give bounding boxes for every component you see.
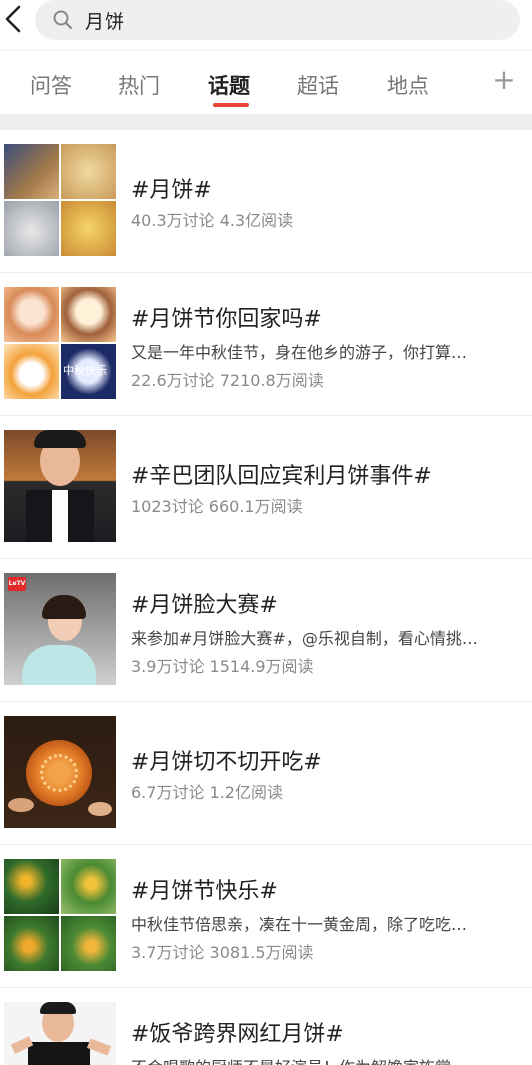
search-query: 月饼 — [85, 11, 126, 33]
topic-stats: 40.3万讨论 4.3亿阅读 — [131, 211, 294, 230]
topic-thumbnail — [4, 144, 116, 256]
tab-super-topics[interactable]: 超话 — [297, 70, 339, 100]
topic-title: #月饼切不切开吃# — [131, 750, 322, 775]
search-input[interactable]: 月饼 — [35, 0, 520, 40]
tab-topics[interactable]: 话题 — [208, 70, 250, 100]
topic-stats: 1023讨论 660.1万阅读 — [131, 497, 303, 516]
tab-hot[interactable]: 热门 — [118, 70, 160, 100]
topic-thumbnail: 中秋快乐 — [4, 287, 116, 399]
topic-item[interactable]: #月饼# 40.3万讨论 4.3亿阅读 — [0, 130, 532, 273]
tab-qa[interactable]: 问答 — [30, 70, 72, 100]
letv-logo: LeTV — [8, 577, 26, 591]
back-button[interactable] — [0, 2, 26, 36]
topic-thumbnail — [4, 430, 116, 542]
topic-description: 中秋佳节倍思亲，凑在十一黄金周，除了吃吃… — [131, 915, 468, 934]
search-header: 月饼 — [0, 0, 532, 50]
active-tab-indicator — [213, 103, 249, 107]
topic-item[interactable]: #月饼切不切开吃# 6.7万讨论 1.2亿阅读 — [0, 702, 532, 845]
topic-item[interactable]: 中秋快乐 #月饼节你回家吗# 又是一年中秋佳节，身在他乡的游子，你打算… 22.… — [0, 273, 532, 416]
topic-title: #月饼脸大赛# — [131, 593, 278, 618]
thumbnail-caption: 中秋快乐 — [63, 364, 107, 377]
back-arrow-icon — [5, 5, 21, 33]
topic-stats: 22.6万讨论 7210.8万阅读 — [131, 371, 324, 390]
topic-item[interactable]: #月饼节快乐# 中秋佳节倍思亲，凑在十一黄金周，除了吃吃… 3.7万讨论 308… — [0, 845, 532, 988]
topic-thumbnail: LeTV — [4, 573, 116, 685]
topic-stats: 3.9万讨论 1514.9万阅读 — [131, 657, 314, 676]
topic-title: #月饼# — [131, 178, 212, 203]
section-divider — [0, 114, 532, 130]
topic-thumbnail — [4, 1002, 116, 1065]
topic-title: #月饼节你回家吗# — [131, 307, 322, 332]
topic-description: 不会唱歌的厨师不是好演员！作为解馋家族掌… — [131, 1054, 521, 1065]
topic-thumbnail — [4, 716, 116, 828]
topic-item[interactable]: #辛巴团队回应宾利月饼事件# 1023讨论 660.1万阅读 — [0, 416, 532, 559]
topic-description: 又是一年中秋佳节，身在他乡的游子，你打算… — [131, 343, 468, 362]
search-icon — [53, 10, 73, 30]
topic-description: 来参加#月饼脸大赛#，@乐视自制，看心情挑… — [131, 629, 478, 648]
topic-item[interactable]: LeTV #月饼脸大赛# 来参加#月饼脸大赛#，@乐视自制，看心情挑… 3.9万… — [0, 559, 532, 702]
topic-title: #饭爷跨界网红月饼# — [131, 1022, 344, 1047]
topic-thumbnail — [4, 859, 116, 971]
tab-places[interactable]: 地点 — [387, 70, 429, 100]
topic-title: #辛巴团队回应宾利月饼事件# — [131, 464, 432, 489]
tab-bar: 问答 热门 话题 超话 地点 + — [0, 50, 532, 114]
topic-title: #月饼节快乐# — [131, 879, 278, 904]
plus-icon[interactable]: + — [492, 65, 516, 95]
topic-item[interactable]: #饭爷跨界网红月饼# 不会唱歌的厨师不是好演员！作为解馋家族掌… — [0, 988, 532, 1065]
topic-stats: 6.7万讨论 1.2亿阅读 — [131, 783, 283, 802]
topic-stats: 3.7万讨论 3081.5万阅读 — [131, 943, 314, 962]
